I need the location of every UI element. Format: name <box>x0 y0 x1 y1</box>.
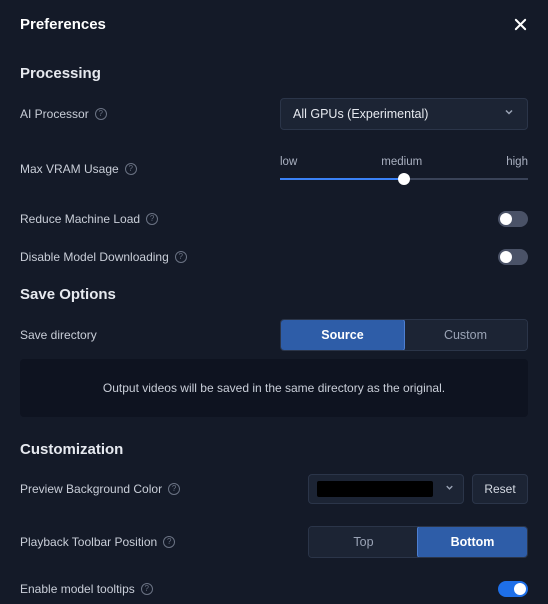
toolbar-position-label: Playback Toolbar Position <box>20 535 157 549</box>
help-icon[interactable]: ? <box>163 536 175 548</box>
preview-bgcolor-label: Preview Background Color <box>20 482 162 496</box>
help-icon[interactable]: ? <box>146 213 158 225</box>
reduce-load-toggle[interactable] <box>498 211 528 227</box>
color-swatch <box>317 481 433 497</box>
ai-processor-label: AI Processor <box>20 107 89 121</box>
slider-fill <box>280 178 404 180</box>
enable-tooltips-label: Enable model tooltips <box>20 582 135 596</box>
close-icon <box>514 18 527 31</box>
chevron-down-icon <box>503 105 515 123</box>
section-save-title: Save Options <box>20 286 528 303</box>
reduce-load-label: Reduce Machine Load <box>20 212 140 226</box>
disable-download-toggle[interactable] <box>498 249 528 265</box>
disable-download-label: Disable Model Downloading <box>20 250 169 264</box>
dialog-title: Preferences <box>20 16 106 33</box>
section-processing-title: Processing <box>20 65 528 82</box>
help-icon[interactable]: ? <box>141 583 153 595</box>
help-icon[interactable]: ? <box>175 251 187 263</box>
help-icon[interactable]: ? <box>95 108 107 120</box>
save-dir-source-button[interactable]: Source <box>280 319 405 351</box>
ai-processor-dropdown[interactable]: All GPUs (Experimental) <box>280 98 528 130</box>
help-icon[interactable]: ? <box>125 163 137 175</box>
slider-label-high: high <box>506 156 528 168</box>
close-button[interactable] <box>512 17 528 33</box>
enable-tooltips-toggle[interactable] <box>498 581 528 597</box>
toolbar-pos-bottom-button[interactable]: Bottom <box>417 526 528 558</box>
ai-processor-value: All GPUs (Experimental) <box>293 107 428 121</box>
chevron-down-icon <box>444 480 455 498</box>
slider-thumb[interactable] <box>398 173 410 185</box>
toolbar-pos-top-button[interactable]: Top <box>309 527 418 557</box>
help-icon[interactable]: ? <box>168 483 180 495</box>
save-info-box: Output videos will be saved in the same … <box>20 359 528 417</box>
reset-bgcolor-button[interactable]: Reset <box>472 474 528 504</box>
max-vram-label: Max VRAM Usage <box>20 162 119 176</box>
save-directory-label: Save directory <box>20 328 97 342</box>
section-customization-title: Customization <box>20 441 528 458</box>
save-dir-custom-button[interactable]: Custom <box>404 320 527 350</box>
slider-label-low: low <box>280 156 297 168</box>
slider-label-medium: medium <box>381 156 422 168</box>
max-vram-slider[interactable]: low medium high <box>280 156 528 180</box>
preview-bgcolor-select[interactable] <box>308 474 464 504</box>
